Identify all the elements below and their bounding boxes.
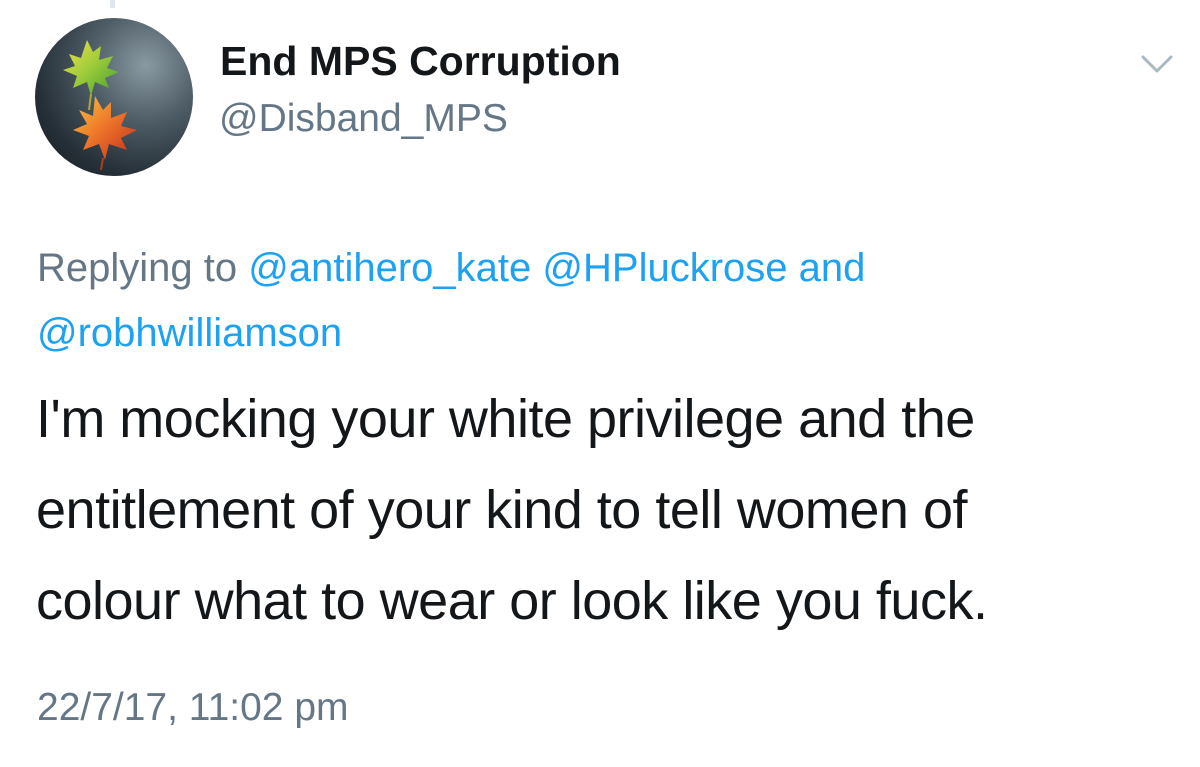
thread-connector xyxy=(110,0,115,8)
tweet-text-line: colour what to wear or look like you fuc… xyxy=(36,571,988,631)
mention-link[interactable]: @HPluckrose xyxy=(542,246,787,290)
tweet-text-line: entitlement of your kind to tell women o… xyxy=(36,480,968,540)
replying-to-label: Replying to xyxy=(37,246,238,290)
maple-leaves-avatar-icon xyxy=(63,40,137,171)
mention-link[interactable]: @robhwilliamson xyxy=(37,311,342,355)
timestamp[interactable]: 22/7/17, 11:02 pm xyxy=(37,686,349,730)
avatar[interactable] xyxy=(35,18,193,176)
tweet-card: End MPS Corruption @Disband_MPS Replying… xyxy=(0,0,1200,767)
mention-joiner[interactable]: and xyxy=(799,246,866,290)
tweet-text: I'm mocking your white privilege and the… xyxy=(36,374,1186,647)
reply-context: Replying to @antihero_kate @HPluckrose a… xyxy=(37,236,1167,366)
user-handle[interactable]: @Disband_MPS xyxy=(219,97,508,142)
chevron-down-icon[interactable] xyxy=(1140,52,1174,76)
display-name[interactable]: End MPS Corruption xyxy=(220,38,621,85)
mention-link[interactable]: @antihero_kate xyxy=(248,246,531,290)
tweet-text-line: I'm mocking your white privilege and the xyxy=(36,389,975,449)
